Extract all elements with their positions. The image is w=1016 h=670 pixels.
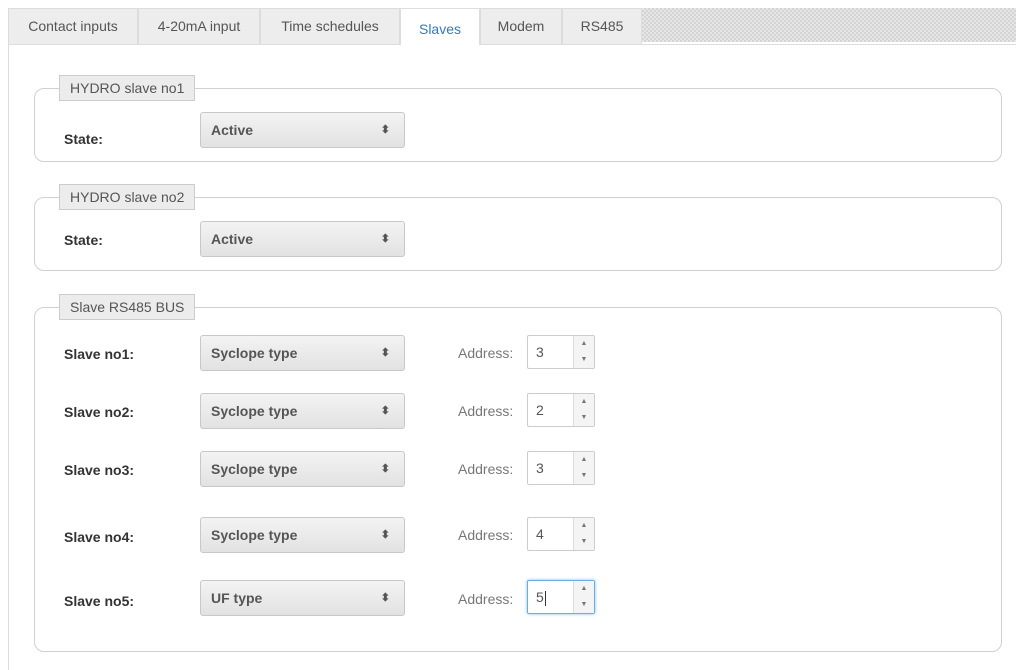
slave-2-address-label: Address: bbox=[458, 403, 514, 419]
spin-up-icon[interactable]: ▲ bbox=[574, 518, 594, 534]
slave-3-label: Slave no3: bbox=[64, 462, 135, 478]
slave-1-address-label: Address: bbox=[458, 345, 514, 361]
slave-1-address-input[interactable]: 3 bbox=[528, 336, 572, 368]
spin-up-icon[interactable]: ▲ bbox=[574, 452, 594, 468]
slave-rs485-bus-group: Slave RS485 BUS bbox=[34, 294, 1002, 652]
slave-5-type-select[interactable]: UF type ⬍ bbox=[200, 580, 405, 616]
slave-5-address-value: 5 bbox=[536, 589, 544, 605]
select-arrows-icon: ⬍ bbox=[380, 592, 390, 604]
slave-4-type-select[interactable]: Syclope type ⬍ bbox=[200, 517, 405, 553]
slave-3-type-value: Syclope type bbox=[211, 461, 298, 477]
hydro-slave-2-state-value: Active bbox=[211, 231, 254, 247]
hydro-slave-1-group: HYDRO slave no1 bbox=[34, 75, 1002, 162]
text-cursor bbox=[544, 590, 546, 606]
slave-2-address-spinner[interactable]: 2 ▲ ▼ bbox=[527, 393, 595, 427]
hydro-slave-1-state-label: State: bbox=[64, 131, 103, 147]
select-arrows-icon: ⬍ bbox=[380, 529, 390, 541]
slave-2-label: Slave no2: bbox=[64, 404, 135, 420]
hydro-slave-1-state-select[interactable]: Active ⬍ bbox=[200, 112, 405, 148]
slave-5-address-label: Address: bbox=[458, 591, 514, 607]
slave-4-label: Slave no4: bbox=[64, 529, 135, 545]
spinner-buttons: ▲ ▼ bbox=[573, 394, 594, 426]
slave-4-address-spinner[interactable]: 4 ▲ ▼ bbox=[527, 517, 595, 551]
slave-3-address-input[interactable]: 3 bbox=[528, 452, 572, 484]
hydro-slave-2-state-label: State: bbox=[64, 232, 103, 248]
hydro-slave-1-legend: HYDRO slave no1 bbox=[59, 75, 196, 101]
slave-1-label: Slave no1: bbox=[64, 346, 135, 362]
tab-rs485[interactable]: RS485 bbox=[562, 8, 642, 44]
slave-5-label: Slave no5: bbox=[64, 593, 135, 609]
select-arrows-icon: ⬍ bbox=[380, 347, 390, 359]
slave-4-address-input[interactable]: 4 bbox=[528, 518, 572, 550]
slave-4-address-label: Address: bbox=[458, 527, 514, 543]
content-left-border bbox=[8, 44, 9, 670]
spin-down-icon[interactable]: ▼ bbox=[574, 468, 594, 484]
slave-2-type-select[interactable]: Syclope type ⬍ bbox=[200, 393, 405, 429]
hydro-slave-2-state-select[interactable]: Active ⬍ bbox=[200, 221, 405, 257]
spinner-buttons: ▲ ▼ bbox=[573, 336, 594, 368]
tab-time-schedules[interactable]: Time schedules bbox=[260, 8, 400, 44]
tab-bar: Contact inputs 4-20mA input Time schedul… bbox=[8, 8, 1016, 45]
hydro-slave-1-state-value: Active bbox=[211, 122, 254, 138]
select-arrows-icon: ⬍ bbox=[380, 233, 390, 245]
hydro-slave-2-group: HYDRO slave no2 bbox=[34, 184, 1002, 271]
spin-down-icon[interactable]: ▼ bbox=[574, 410, 594, 426]
spinner-buttons: ▲ ▼ bbox=[573, 518, 594, 550]
slave-1-type-select[interactable]: Syclope type ⬍ bbox=[200, 335, 405, 371]
slave-2-type-value: Syclope type bbox=[211, 403, 298, 419]
slave-5-address-spinner[interactable]: 5 ▲ ▼ bbox=[527, 580, 595, 614]
slave-1-type-value: Syclope type bbox=[211, 345, 298, 361]
tab-slaves[interactable]: Slaves bbox=[400, 8, 480, 45]
spin-down-icon[interactable]: ▼ bbox=[574, 352, 594, 368]
tab-4-20ma-input[interactable]: 4-20mA input bbox=[138, 8, 260, 44]
hydro-slave-2-legend: HYDRO slave no2 bbox=[59, 184, 196, 210]
spin-up-icon[interactable]: ▲ bbox=[574, 336, 594, 352]
slave-4-type-value: Syclope type bbox=[211, 527, 298, 543]
slave-3-address-spinner[interactable]: 3 ▲ ▼ bbox=[527, 451, 595, 485]
slave-1-address-spinner[interactable]: 3 ▲ ▼ bbox=[527, 335, 595, 369]
spinner-buttons: ▲ ▼ bbox=[573, 581, 594, 613]
tab-modem[interactable]: Modem bbox=[480, 8, 562, 44]
spin-up-icon[interactable]: ▲ bbox=[574, 394, 594, 410]
spinner-buttons: ▲ ▼ bbox=[573, 452, 594, 484]
slave-5-address-input[interactable]: 5 bbox=[528, 581, 572, 613]
slave-rs485-bus-legend: Slave RS485 BUS bbox=[59, 294, 196, 320]
select-arrows-icon: ⬍ bbox=[380, 463, 390, 475]
slave-5-type-value: UF type bbox=[211, 590, 263, 606]
slave-2-address-input[interactable]: 2 bbox=[528, 394, 572, 426]
tab-contact-inputs[interactable]: Contact inputs bbox=[8, 8, 138, 44]
slave-3-address-label: Address: bbox=[458, 461, 514, 477]
spin-down-icon[interactable]: ▼ bbox=[574, 597, 594, 613]
select-arrows-icon: ⬍ bbox=[380, 124, 390, 136]
spin-up-icon[interactable]: ▲ bbox=[574, 581, 594, 597]
tab-bar-filler bbox=[642, 8, 1016, 42]
slave-3-type-select[interactable]: Syclope type ⬍ bbox=[200, 451, 405, 487]
spin-down-icon[interactable]: ▼ bbox=[574, 534, 594, 550]
select-arrows-icon: ⬍ bbox=[380, 405, 390, 417]
